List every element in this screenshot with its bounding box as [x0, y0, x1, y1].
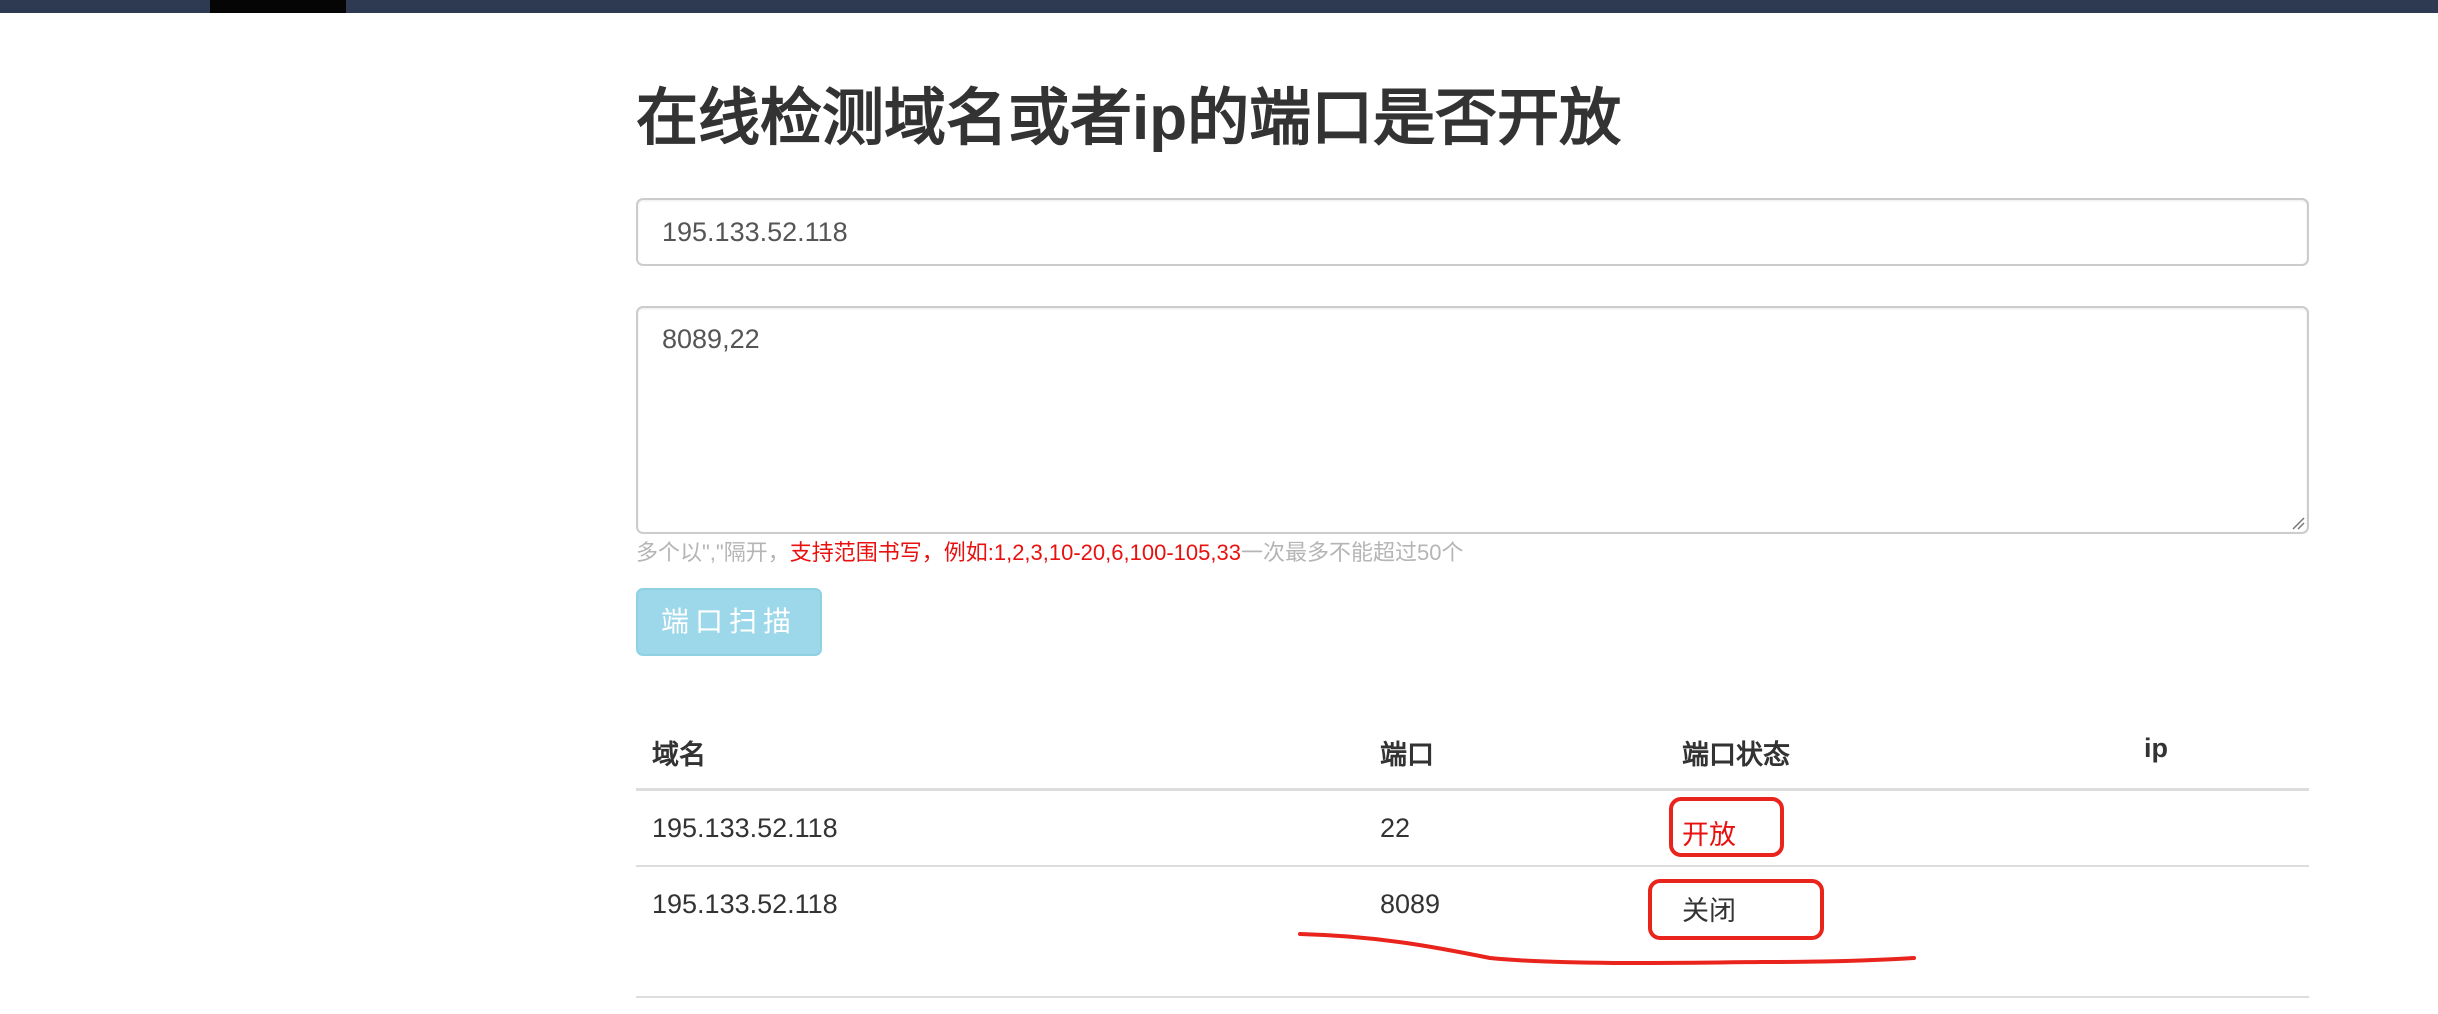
table-bottom-border	[636, 996, 2309, 998]
top-navbar	[0, 0, 2438, 13]
table-header-row: 域名 端口 端口状态 ip	[636, 718, 2309, 791]
header-domain: 域名	[652, 740, 706, 770]
ports-textarea[interactable]: 8089,22	[636, 306, 2309, 534]
navbar-active-item[interactable]	[210, 0, 346, 13]
cell-status-open: 开放	[1682, 820, 1736, 850]
cell-port: 8089	[1380, 889, 1441, 919]
cell-domain: 195.133.52.118	[652, 813, 838, 843]
header-ip: ip	[2144, 733, 2168, 763]
header-port: 端口	[1380, 740, 1434, 770]
header-port-status: 端口状态	[1682, 740, 1790, 770]
table-row: 195.133.52.118 8089 关闭	[636, 867, 2309, 941]
page-title: 在线检测域名或者ip的端口是否开放	[636, 84, 1622, 153]
cell-domain: 195.133.52.118	[652, 889, 838, 919]
cell-status-closed: 关闭	[1682, 896, 1736, 926]
ports-field-wrapper: 8089,22	[636, 306, 2309, 534]
resize-grip-icon[interactable]	[2289, 514, 2305, 530]
help-range-hint: 支持范围书写，例如:1,2,3,10-20,6,100-105,33	[789, 540, 1241, 565]
ports-help-text: 多个以","隔开，支持范围书写，例如:1,2,3,10-20,6,100-105…	[636, 535, 1463, 567]
domain-input[interactable]	[636, 198, 2309, 266]
table-row: 195.133.52.118 22 开放	[636, 791, 2309, 867]
port-scan-button[interactable]: 端口扫描	[636, 588, 822, 656]
help-prefix: 多个以","隔开，	[636, 540, 790, 565]
help-limit: 一次最多不能超过50个	[1240, 540, 1464, 565]
cell-port: 22	[1380, 813, 1411, 843]
